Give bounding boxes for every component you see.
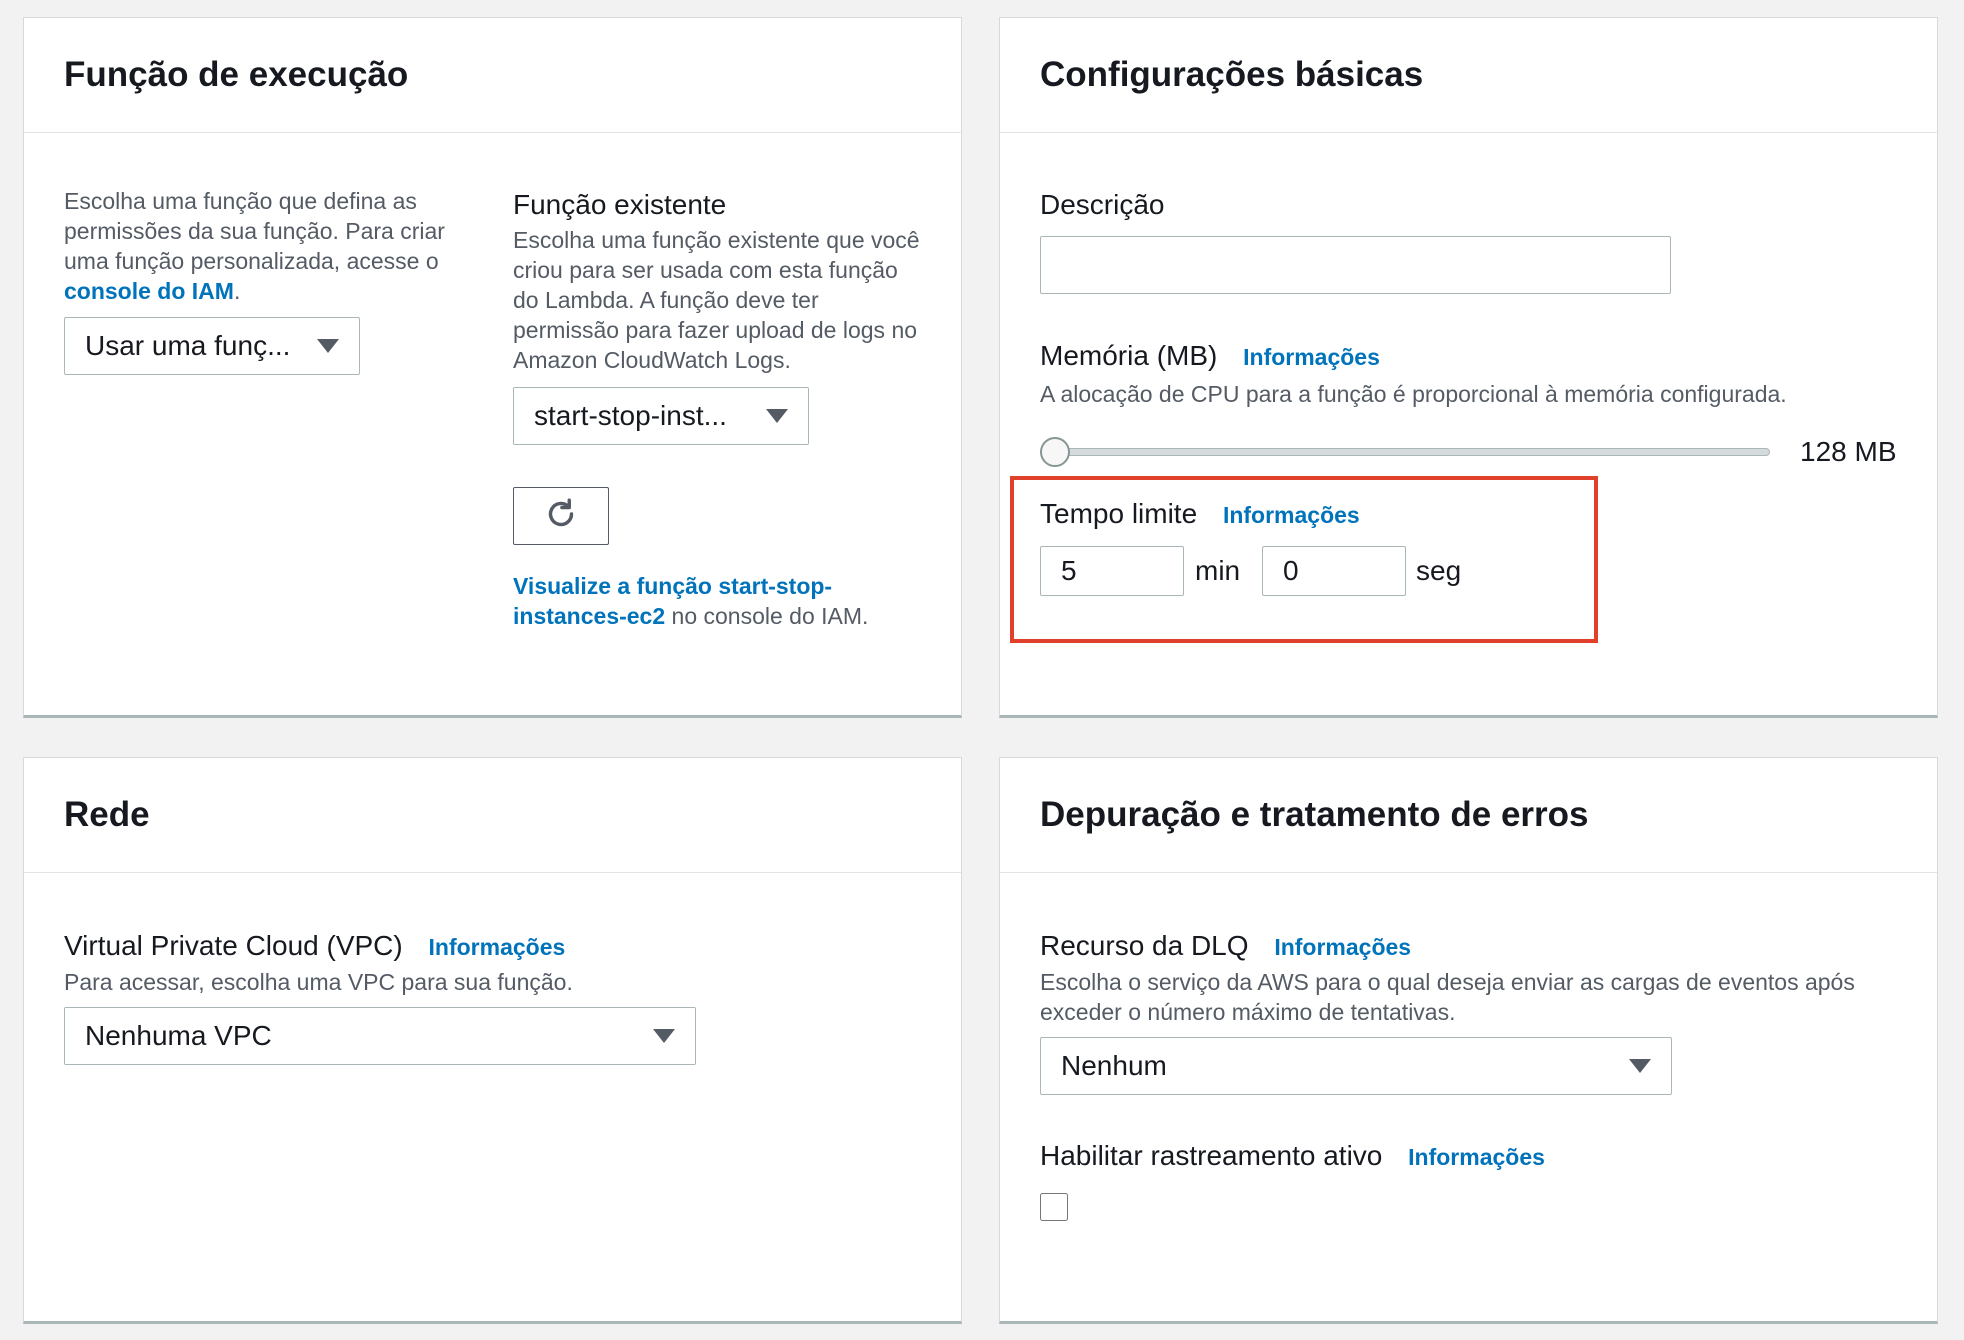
timeout-minutes-unit: min: [1195, 555, 1241, 586]
basic-settings-header: Configurações básicas: [1000, 18, 1937, 133]
timeout-minutes-input[interactable]: [1040, 546, 1184, 596]
tracing-label: Habilitar rastreamento ativo: [1040, 1140, 1383, 1171]
debugging-title: Depuração e tratamento de erros: [1040, 795, 1589, 834]
tracing-checkbox[interactable]: [1040, 1193, 1068, 1221]
role-type-select[interactable]: Usar uma funç...: [64, 317, 360, 375]
dlq-label: Recurso da DLQ: [1040, 930, 1249, 961]
execution-role-desc-end: .: [233, 278, 241, 304]
role-type-select-value: Usar uma funç...: [85, 330, 291, 361]
vpc-info-link[interactable]: Informações: [429, 934, 566, 960]
dlq-select[interactable]: Nenhum: [1040, 1037, 1672, 1095]
vpc-label-row: Virtual Private Cloud (VPC) Informações: [64, 930, 565, 962]
debugging-panel: Depuração e tratamento de erros Recurso …: [999, 757, 1938, 1324]
debugging-header: Depuração e tratamento de erros: [1000, 758, 1937, 873]
dlq-info-link[interactable]: Informações: [1274, 934, 1411, 960]
existing-role-description: Escolha uma função existente que você cr…: [513, 227, 920, 373]
memory-label-row: Memória (MB) Informações: [1040, 340, 1380, 372]
caret-down-icon: [653, 1029, 675, 1043]
tracing-label-row: Habilitar rastreamento ativo Informações: [1040, 1140, 1545, 1172]
execution-role-header: Função de execução: [24, 18, 961, 133]
view-role-suffix: no console do IAM.: [665, 603, 869, 629]
basic-settings-title: Configurações básicas: [1040, 55, 1424, 94]
vpc-select[interactable]: Nenhuma VPC: [64, 1007, 696, 1065]
existing-role-label: Função existente: [513, 189, 727, 220]
vpc-label: Virtual Private Cloud (VPC): [64, 930, 403, 961]
execution-role-panel: Função de execução Escolha uma função qu…: [23, 17, 962, 718]
existing-role-select[interactable]: start-stop-inst...: [513, 387, 809, 445]
basic-settings-panel: Configurações básicas Descrição Memória …: [999, 17, 1938, 718]
vpc-select-value: Nenhuma VPC: [85, 1020, 272, 1051]
memory-slider[interactable]: [1040, 434, 1770, 470]
memory-label: Memória (MB): [1040, 340, 1218, 371]
network-panel: Rede Virtual Private Cloud (VPC) Informa…: [23, 757, 962, 1324]
timeout-info-link[interactable]: Informações: [1223, 502, 1360, 528]
refresh-icon: [543, 496, 579, 537]
caret-down-icon: [1629, 1059, 1651, 1073]
view-role-text: Visualize a função start-stop-instances-…: [513, 571, 913, 631]
timeout-seconds-unit: seg: [1416, 555, 1462, 586]
execution-role-desc-text: Escolha uma função que defina as permiss…: [64, 188, 445, 274]
timeout-label: Tempo limite: [1040, 498, 1198, 529]
memory-slider-track: [1040, 448, 1770, 456]
network-header: Rede: [24, 758, 961, 873]
dlq-label-row: Recurso da DLQ Informações: [1040, 930, 1411, 962]
dlq-select-value: Nenhum: [1061, 1050, 1167, 1081]
iam-console-link[interactable]: console do IAM: [64, 278, 234, 304]
execution-role-description: Escolha uma função que defina as permiss…: [64, 186, 464, 306]
existing-role-select-value: start-stop-inst...: [534, 400, 727, 431]
network-title: Rede: [64, 795, 150, 834]
vpc-description: Para acessar, escolha uma VPC para sua f…: [64, 969, 573, 995]
refresh-button[interactable]: [513, 487, 609, 545]
description-input[interactable]: [1040, 236, 1671, 294]
timeout-seconds-input[interactable]: [1262, 546, 1406, 596]
caret-down-icon: [766, 409, 788, 423]
description-label: Descrição: [1040, 189, 1165, 220]
timeout-label-row: Tempo limite Informações: [1040, 498, 1360, 530]
memory-description: A alocação de CPU para a função é propor…: [1040, 381, 1787, 407]
caret-down-icon: [317, 339, 339, 353]
tracing-info-link[interactable]: Informações: [1408, 1144, 1545, 1170]
memory-slider-thumb[interactable]: [1040, 437, 1070, 467]
execution-role-title: Função de execução: [64, 55, 409, 94]
memory-value: 128 MB: [1800, 436, 1897, 467]
memory-info-link[interactable]: Informações: [1243, 344, 1380, 370]
dlq-description: Escolha o serviço da AWS para o qual des…: [1040, 969, 1855, 1025]
